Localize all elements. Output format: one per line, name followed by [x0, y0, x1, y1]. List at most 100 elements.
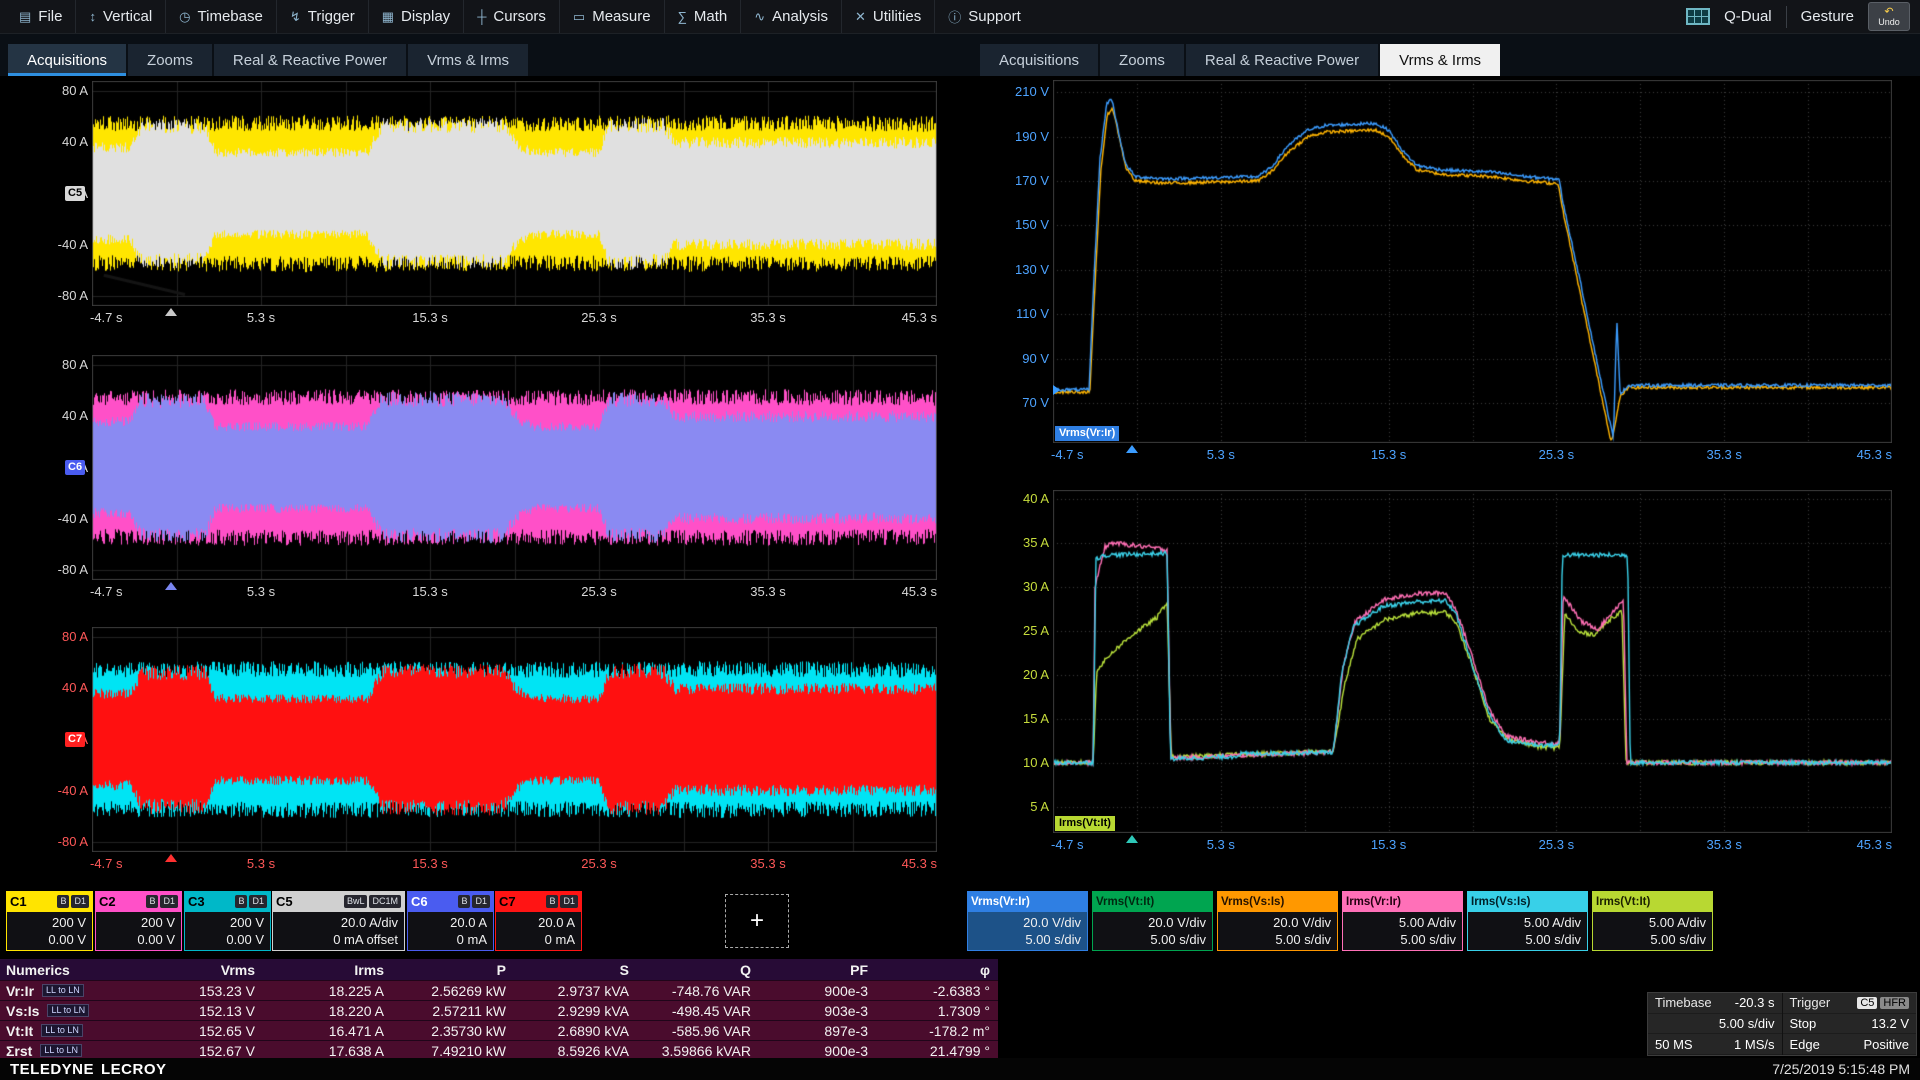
numerics-value: 2.35730 kW: [392, 1023, 514, 1039]
channel-descriptor-c6[interactable]: C6BD120.0 A0 mA: [407, 891, 494, 951]
channel-id: C2: [99, 894, 116, 909]
row-coupling-badge: LL to LN: [42, 984, 84, 997]
channel-scale: 200 V: [185, 914, 264, 931]
channel-header: C1BD1: [6, 891, 93, 912]
function-timebase: 5.00 s/div: [1593, 931, 1706, 948]
channel-id: C3: [188, 894, 205, 909]
trigger-row: Trigger C5 HFR: [1783, 993, 1917, 1014]
numerics-value: 3.59866 kVAR: [637, 1043, 759, 1059]
numerics-header-row: NumericsVrmsIrmsPSQPFφ: [0, 959, 998, 980]
channel-values: 200 V0.00 V: [6, 912, 93, 951]
function-descriptor-irms-vs-is[interactable]: Irms(Vs:Is) 5.00 A/div5.00 s/div: [1467, 891, 1588, 951]
row-name: Vr:Ir: [6, 983, 34, 999]
timebase-summary[interactable]: Timebase -20.3 s 5.00 s/div 50 MS 1 MS/s: [1648, 993, 1782, 1055]
trigger-coupling-badge: HFR: [1880, 997, 1909, 1009]
channel-descriptor-c2[interactable]: C2BD1200 V0.00 V: [95, 891, 182, 951]
function-descriptor-irms-vt-it[interactable]: Irms(Vt:It)5.00 A/div5.00 s/div: [1592, 891, 1713, 951]
channel-values: 20.0 A0 mA: [495, 912, 582, 951]
row-name: Vs:Is: [6, 1003, 39, 1019]
numerics-value: 7.49210 kW: [392, 1043, 514, 1059]
function-values: 5.00 A/div5.00 s/div: [1342, 912, 1463, 951]
channel-badges: BD1: [458, 895, 490, 908]
function-header: Irms(Vr:Ir): [1342, 891, 1463, 912]
channel-badges: BD1: [235, 895, 267, 908]
channel-descriptor-c7[interactable]: C7BD120.0 A0 mA: [495, 891, 582, 951]
function-header: Irms(Vt:It): [1592, 891, 1713, 912]
function-label: Irms(Vs:Is): [1471, 896, 1530, 908]
numerics-value: -585.96 VAR: [637, 1023, 759, 1039]
numerics-header-p: P: [392, 962, 514, 978]
numerics-value: -748.76 VAR: [637, 983, 759, 999]
channel-header: C6 BD1: [407, 891, 494, 912]
sample-rate: 1 MS/s: [1734, 1037, 1774, 1052]
channel-badge: BwL: [344, 895, 368, 908]
numerics-value: 18.220 A: [263, 1003, 392, 1019]
add-trace-button[interactable]: +: [725, 894, 789, 948]
numerics-value: 152.13 V: [140, 1003, 263, 1019]
numerics-value: 153.23 V: [140, 983, 263, 999]
function-values: 20.0 V/div5.00 s/div: [1092, 912, 1213, 951]
function-descriptor-vrms-vt-it[interactable]: Vrms(Vt:It) 20.0 V/div5.00 s/div: [1092, 891, 1213, 951]
brand-lecroy: LECROY: [101, 1061, 167, 1078]
timebase-scale: 5.00 s/div: [1719, 1016, 1775, 1031]
trigger-state-row: Stop 13.2 V: [1783, 1014, 1917, 1035]
datetime: 7/25/2019 5:15:48 PM: [1772, 1061, 1910, 1077]
channel-id: C7: [499, 894, 516, 909]
numerics-header-numerics: Numerics: [0, 962, 140, 978]
function-descriptor-vrms-vs-is[interactable]: Vrms(Vs:Is) 20.0 V/div5.00 s/div: [1217, 891, 1338, 951]
function-scale: 20.0 V/div: [1218, 914, 1331, 931]
function-label: Irms(Vt:It): [1596, 896, 1650, 908]
brand-teledyne: TELEDYNE: [10, 1061, 94, 1078]
function-values: 5.00 A/div5.00 s/div: [1467, 912, 1588, 951]
channel-offset: 0.00 V: [96, 931, 175, 948]
channel-values: 200 V0.00 V: [184, 912, 271, 951]
function-values: 20.0 V/div5.00 s/div: [1217, 912, 1338, 951]
numerics-row-name[interactable]: Σrst LL to LN: [0, 1043, 140, 1059]
numerics-value: 16.471 A: [263, 1023, 392, 1039]
channel-scale: 200 V: [7, 914, 86, 931]
channel-offset: 0 mA offset: [273, 931, 398, 948]
numerics-row-vs-is: Vs:IsLL to LN152.13 V18.220 A2.57211 kW2…: [0, 1000, 998, 1020]
channel-badges: BD1: [146, 895, 178, 908]
trigger-slope: Positive: [1863, 1037, 1909, 1052]
channel-id: C6: [411, 894, 428, 909]
function-label: Vrms(Vs:Is): [1221, 896, 1284, 908]
channel-badge: DC1M: [369, 895, 401, 908]
function-descriptor-irms-vr-ir[interactable]: Irms(Vr:Ir)5.00 A/div5.00 s/div: [1342, 891, 1463, 951]
channel-badge: B: [458, 895, 470, 908]
numerics-table: NumericsVrmsIrmsPSQPFφ Vr:Ir LL to LN 153.2…: [0, 959, 998, 1060]
row-name: Σrst: [6, 1043, 32, 1059]
channel-id: C1: [10, 894, 27, 909]
trigger-type: Edge: [1790, 1037, 1820, 1052]
timebase-row: Timebase -20.3 s: [1648, 993, 1782, 1014]
function-descriptor-vrms-vr-ir[interactable]: Vrms(Vr:Ir)20.0 V/div5.00 s/div: [967, 891, 1088, 951]
function-timebase: 5.00 s/div: [968, 931, 1081, 948]
numerics-header-: φ: [876, 962, 998, 978]
channel-descriptor-c5[interactable]: C5BwLDC1M20.0 A/div0 mA offset: [272, 891, 405, 951]
trigger-summary[interactable]: Trigger C5 HFR Stop 13.2 V Edge Positive: [1782, 993, 1917, 1055]
channel-badges: BwLDC1M: [344, 895, 401, 908]
teledyne-lecroy-logo: TELEDYNE LECROY: [10, 1061, 167, 1078]
channel-descriptor-c1[interactable]: C1BD1200 V0.00 V: [6, 891, 93, 951]
numerics-row-name[interactable]: Vs:IsLL to LN: [0, 1003, 140, 1019]
numerics-row-name[interactable]: Vt:ItLL to LN: [0, 1023, 140, 1039]
channel-scale: 20.0 A/div: [273, 914, 398, 931]
numerics-value: 900e-3: [759, 983, 876, 999]
oscilloscope-app: ▤File↕Vertical◷Timebase↯Trigger▦Display┼…: [0, 0, 1920, 1080]
acquisition-state: Stop: [1790, 1016, 1817, 1031]
numerics-value: 152.67 V: [140, 1043, 263, 1059]
timebase-trigger-panel[interactable]: Timebase -20.3 s 5.00 s/div 50 MS 1 MS/s…: [1647, 992, 1917, 1056]
numerics-value: 2.56269 kW: [392, 983, 514, 999]
numerics-header-vrms: Vrms: [140, 962, 263, 978]
function-label: Vrms(Vt:It): [1096, 896, 1154, 908]
row-coupling-badge: LL to LN: [40, 1044, 82, 1057]
sampling-row: 50 MS 1 MS/s: [1648, 1034, 1782, 1055]
channel-offset: 0.00 V: [7, 931, 86, 948]
trigger-label: Trigger: [1790, 995, 1831, 1010]
channel-badge: D1: [472, 895, 490, 908]
function-header: Vrms(Vr:Ir): [967, 891, 1088, 912]
row-coupling-badge: LL to LN: [41, 1024, 83, 1037]
numerics-row-name[interactable]: Vr:Ir LL to LN: [0, 983, 140, 999]
channel-descriptor-c3[interactable]: C3 BD1 200 V0.00 V: [184, 891, 271, 951]
channel-values: 20.0 A/div0 mA offset: [272, 912, 405, 951]
